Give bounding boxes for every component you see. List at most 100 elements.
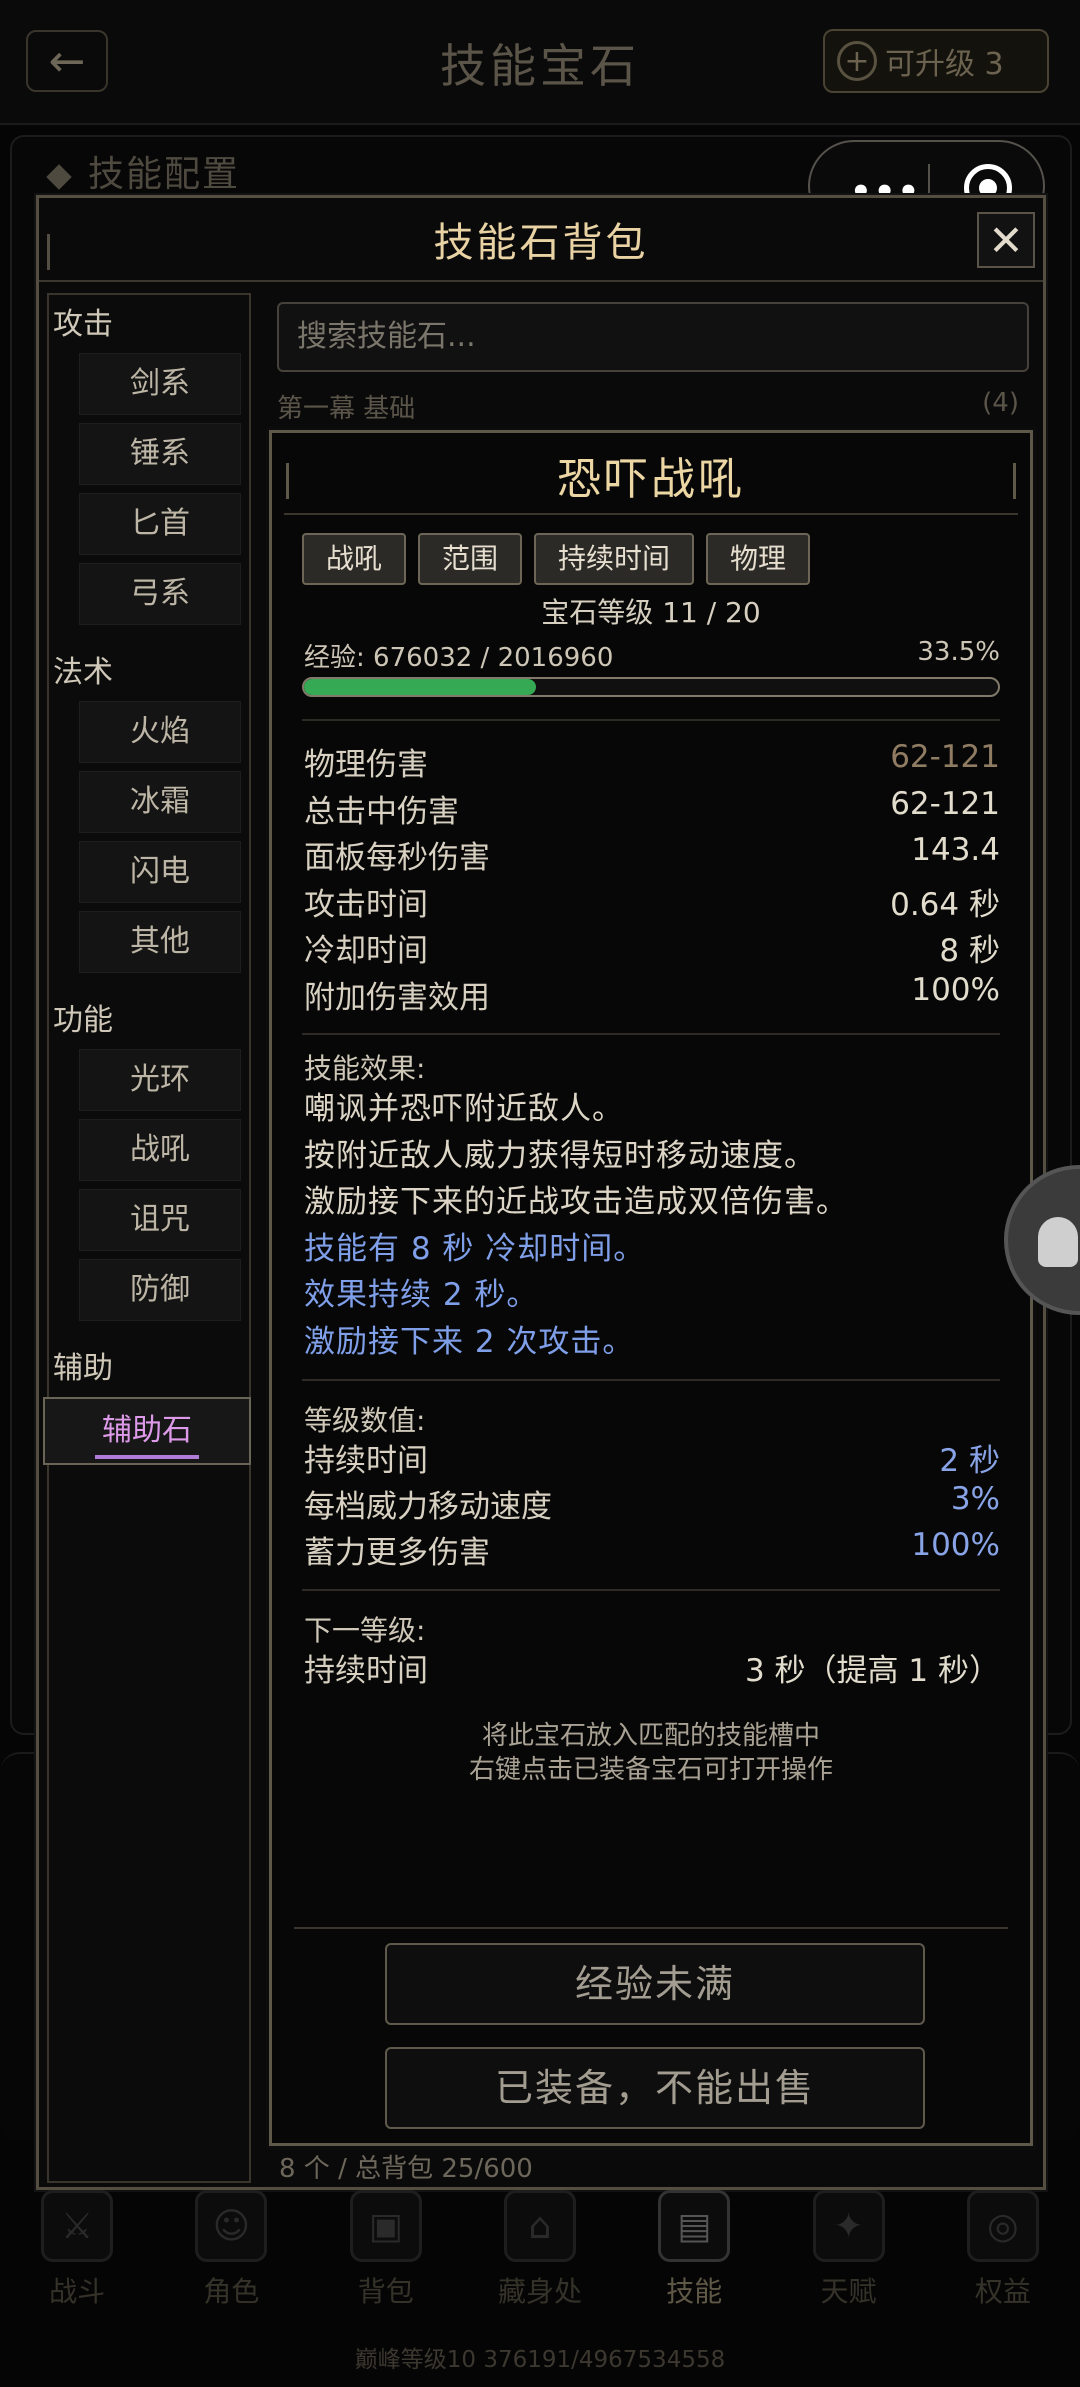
sidebar-item[interactable]: 火焰 bbox=[79, 701, 241, 763]
group-count: (4) bbox=[982, 388, 1019, 418]
group-name: 第一幕 基础 bbox=[277, 394, 416, 424]
top-bar: ← 技能宝石 + 可升级 3 bbox=[0, 0, 1080, 125]
exp-not-full-button[interactable]: 经验未满 bbox=[385, 1943, 925, 2025]
sidebar-item[interactable]: 剑系 bbox=[79, 353, 241, 415]
crossed-swords-icon: ⚔ bbox=[41, 2190, 114, 2262]
character-icon: ☺ bbox=[195, 2190, 268, 2262]
stat-label: 附加伤害效用 bbox=[304, 979, 490, 1016]
nav-item-backpack[interactable]: ▣ 背包 bbox=[309, 2190, 463, 2310]
sidebar-item[interactable]: 诅咒 bbox=[79, 1189, 241, 1251]
effect-line: 技能有 8 秒 冷却时间。 bbox=[304, 1230, 646, 1267]
sidebar-item[interactable]: 光环 bbox=[79, 1049, 241, 1111]
level-value-value: 100% bbox=[911, 1527, 1000, 1563]
peak-level-footer: 巅峰等级10 376191/4967534558 bbox=[354, 2347, 726, 2373]
skill-book-icon: ▤ bbox=[658, 2190, 731, 2262]
nav-item-hideout[interactable]: ⌂ 藏身处 bbox=[463, 2190, 617, 2310]
gem-tag: 持续时间 bbox=[534, 533, 695, 585]
nav-item-crossed-swords[interactable]: ⚔ 战斗 bbox=[0, 2190, 154, 2310]
level-value-row: 每档威力移动速度 3% bbox=[304, 1481, 1000, 1525]
next-level-label: 下一等级: bbox=[304, 1614, 426, 1647]
talent-icon: ✦ bbox=[812, 2190, 885, 2262]
stat-label: 总击中伤害 bbox=[304, 793, 459, 830]
sidebar-item[interactable]: 辅助石 bbox=[43, 1397, 251, 1465]
bottom-navigation: ⚔ 战斗 ☺ 角色 ▣ 背包 ⌂ 藏身处 ▤ 技能 ✦ 天赋 ◎ 权益 bbox=[0, 2190, 1080, 2310]
nav-label: 天赋 bbox=[820, 2275, 877, 2308]
divider bbox=[294, 1927, 1008, 1929]
close-button[interactable]: ✕ bbox=[977, 212, 1035, 268]
stat-row: 总击中伤害 62-121 bbox=[304, 786, 1000, 830]
divider bbox=[302, 1379, 1000, 1381]
search-input[interactable]: 搜索技能石... bbox=[277, 302, 1029, 372]
stat-label: 物理伤害 bbox=[304, 747, 428, 783]
nav-item-character[interactable]: ☺ 角色 bbox=[154, 2190, 308, 2310]
exp-progress-fill bbox=[304, 679, 537, 695]
sidebar-item[interactable]: 战吼 bbox=[79, 1119, 241, 1181]
exp-percent: 33.5% bbox=[917, 637, 1000, 667]
nav-item-talent[interactable]: ✦ 天赋 bbox=[771, 2190, 925, 2310]
plus-circle-icon: + bbox=[837, 41, 877, 81]
category-label: 攻击 bbox=[53, 307, 113, 342]
stat-value: 0.64 秒 bbox=[890, 886, 1000, 923]
sidebar-item[interactable]: 匕首 bbox=[79, 493, 241, 555]
nav-label: 战斗 bbox=[49, 2275, 106, 2308]
divider bbox=[302, 1589, 1000, 1591]
next-level-stat-value: 3 秒（提高 1 秒） bbox=[744, 1653, 1000, 1689]
gem-tag: 范围 bbox=[418, 533, 523, 585]
stat-label: 冷却时间 bbox=[304, 933, 428, 969]
gem-name: 恐吓战吼 bbox=[284, 443, 1018, 515]
stat-value: 143.4 bbox=[911, 832, 1000, 868]
level-values-label: 等级数值: bbox=[304, 1404, 426, 1437]
sidebar-item[interactable]: 其他 bbox=[79, 911, 241, 973]
category-sidebar: 攻击 剑系 锤系 匕首 弓系 法术 火焰 冰霜 闪电 其他 功能 光环 战吼 诅咒 防御 辅助 辅助石 bbox=[43, 293, 251, 2183]
nav-label: 藏身处 bbox=[497, 2275, 582, 2308]
close-icon: ✕ bbox=[988, 215, 1024, 265]
hint-line-1: 将此宝石放入匹配的技能槽中 bbox=[481, 1721, 820, 1751]
nav-label: 角色 bbox=[203, 2275, 260, 2308]
level-value-value: 3% bbox=[950, 1481, 1000, 1517]
category-gap bbox=[49, 633, 249, 643]
category-label: 功能 bbox=[53, 1003, 113, 1038]
sidebar-item[interactable]: 冰霜 bbox=[79, 771, 241, 833]
skill-config-title: 技能配置 bbox=[46, 145, 240, 197]
stat-label: 面板每秒伤害 bbox=[304, 840, 490, 876]
effect-line: 嘲讽并恐吓附近敌人。 bbox=[304, 1091, 624, 1127]
diamond-icon bbox=[46, 164, 72, 190]
stat-row: 攻击时间 0.64 秒 bbox=[304, 879, 1000, 923]
bag-capacity: 8 个 / 总背包 25/600 bbox=[279, 2154, 533, 2184]
list-group-header: 第一幕 基础 (4) bbox=[277, 388, 1029, 424]
category-label: 辅助 bbox=[53, 1351, 113, 1386]
stat-label: 攻击时间 bbox=[304, 886, 428, 923]
sidebar-item[interactable]: 弓系 bbox=[79, 563, 241, 625]
gem-level: 宝石等级 11 / 20 bbox=[541, 596, 761, 629]
hint-line-2: 右键点击已装备宝石可打开操作 bbox=[468, 1755, 833, 1785]
bag-title: 技能石背包 bbox=[39, 210, 1043, 282]
equipped-no-sell-button[interactable]: 已装备，不能出售 bbox=[385, 2047, 925, 2129]
nav-item-skill-book[interactable]: ▤ 技能 bbox=[617, 2190, 771, 2310]
divider bbox=[302, 1033, 1000, 1035]
stat-row: 冷却时间 8 秒 bbox=[304, 925, 1000, 969]
exp-label: 经验: 676032 / 2016960 bbox=[304, 643, 614, 673]
upgradable-button[interactable]: + 可升级 3 bbox=[823, 29, 1049, 93]
level-value-value: 2 秒 bbox=[939, 1443, 1000, 1479]
divider bbox=[302, 719, 1000, 721]
next-level-stat-label: 持续时间 bbox=[304, 1653, 428, 1689]
category-gap bbox=[49, 981, 249, 991]
nav-label: 技能 bbox=[666, 2275, 723, 2308]
stat-value: 100% bbox=[911, 971, 1000, 1008]
stat-value: 62-121 bbox=[890, 739, 1000, 775]
category-gap bbox=[49, 1329, 249, 1339]
gem-detail-card: 恐吓战吼 战吼 范围 持续时间 物理 宝石等级 11 / 20 经验: 676032 … bbox=[269, 430, 1033, 2146]
sidebar-item[interactable]: 防御 bbox=[79, 1259, 241, 1321]
level-value-label: 每档威力移动速度 bbox=[304, 1489, 552, 1525]
sidebar-item[interactable]: 闪电 bbox=[79, 841, 241, 903]
exp-row: 经验: 676032 / 2016960 33.5% bbox=[304, 637, 1000, 674]
level-value-label: 持续时间 bbox=[304, 1443, 428, 1479]
nav-item-benefit[interactable]: ◎ 权益 bbox=[926, 2190, 1080, 2310]
effect-label: 技能效果: bbox=[304, 1052, 426, 1085]
sidebar-item[interactable]: 锤系 bbox=[79, 423, 241, 485]
gem-tag: 物理 bbox=[706, 533, 811, 585]
helmet-icon bbox=[1038, 1217, 1078, 1267]
gem-tag: 战吼 bbox=[302, 533, 407, 585]
level-value-row: 蓄力更多伤害 100% bbox=[304, 1527, 1000, 1571]
effect-line: 按附近敌人威力获得短时移动速度。 bbox=[304, 1137, 816, 1174]
